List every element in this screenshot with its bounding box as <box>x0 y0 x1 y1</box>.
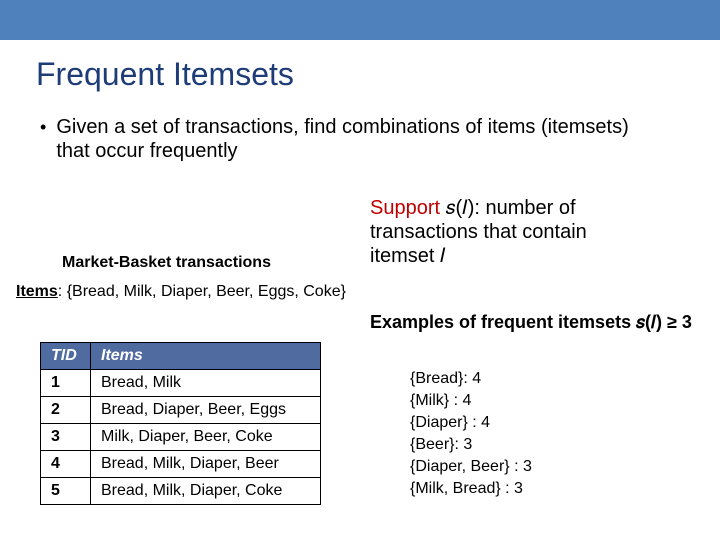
cell-items: Bread, Milk, Diaper, Coke <box>91 478 321 505</box>
support-rest1: number of <box>480 197 576 219</box>
examples-prefix: Examples of frequent itemsets <box>370 312 636 332</box>
items-list: : {Bread, Milk, Diaper, Beer, Eggs, Coke… <box>58 283 346 300</box>
support-definition: Support 𝑠(𝐼): number of transactions tha… <box>370 196 587 268</box>
bullet-icon: • <box>40 115 46 139</box>
cell-items: Milk, Diaper, Beer, Coke <box>91 424 321 451</box>
support-word: Support <box>370 197 440 219</box>
items-line: Items: {Bread, Milk, Diaper, Beer, Eggs,… <box>16 283 346 301</box>
cell-tid: 5 <box>41 478 91 505</box>
freq-item: {Bread}: 4 <box>410 368 532 390</box>
cell-tid: 1 <box>41 370 91 397</box>
top-accent-bar <box>0 0 720 40</box>
support-line-2: transactions that contain <box>370 220 587 244</box>
bullet-item: • Given a set of transactions, find comb… <box>40 115 660 163</box>
header-items: Items <box>91 343 321 370</box>
examples-cond: 𝑠(𝐼) ≥ 3 <box>636 312 692 332</box>
cell-tid: 3 <box>41 424 91 451</box>
freq-item: {Diaper, Beer} : 3 <box>410 456 532 478</box>
items-word: Items <box>16 283 58 300</box>
cell-items: Bread, Milk <box>91 370 321 397</box>
table-row: 4 Bread, Milk, Diaper, Beer <box>41 451 321 478</box>
bullet-text: Given a set of transactions, find combin… <box>56 115 660 163</box>
table-row: 3 Milk, Diaper, Beer, Coke <box>41 424 321 451</box>
freq-item: {Milk} : 4 <box>410 390 532 412</box>
cell-tid: 2 <box>41 397 91 424</box>
table-row: 2 Bread, Diaper, Beer, Eggs <box>41 397 321 424</box>
cell-items: Bread, Diaper, Beer, Eggs <box>91 397 321 424</box>
freq-item: {Milk, Bread} : 3 <box>410 478 532 500</box>
freq-item: {Diaper} : 4 <box>410 412 532 434</box>
table-row: 1 Bread, Milk <box>41 370 321 397</box>
table-header-row: TID Items <box>41 343 321 370</box>
header-tid: TID <box>41 343 91 370</box>
support-sofi: 𝑠(𝐼): <box>446 197 480 219</box>
examples-heading: Examples of frequent itemsets 𝑠(𝐼) ≥ 3 <box>370 312 692 333</box>
slide-title: Frequent Itemsets <box>36 56 720 93</box>
market-basket-label: Market-Basket transactions <box>62 254 271 272</box>
cell-tid: 4 <box>41 451 91 478</box>
frequent-itemsets-list: {Bread}: 4 {Milk} : 4 {Diaper} : 4 {Beer… <box>410 368 532 500</box>
support-line-1: Support 𝑠(𝐼): number of <box>370 196 587 220</box>
table-row: 5 Bread, Milk, Diaper, Coke <box>41 478 321 505</box>
freq-item: {Beer}: 3 <box>410 434 532 456</box>
transactions-table: TID Items 1 Bread, Milk 2 Bread, Diaper,… <box>40 342 321 505</box>
cell-items: Bread, Milk, Diaper, Beer <box>91 451 321 478</box>
support-line-3: itemset 𝐼 <box>370 244 587 268</box>
